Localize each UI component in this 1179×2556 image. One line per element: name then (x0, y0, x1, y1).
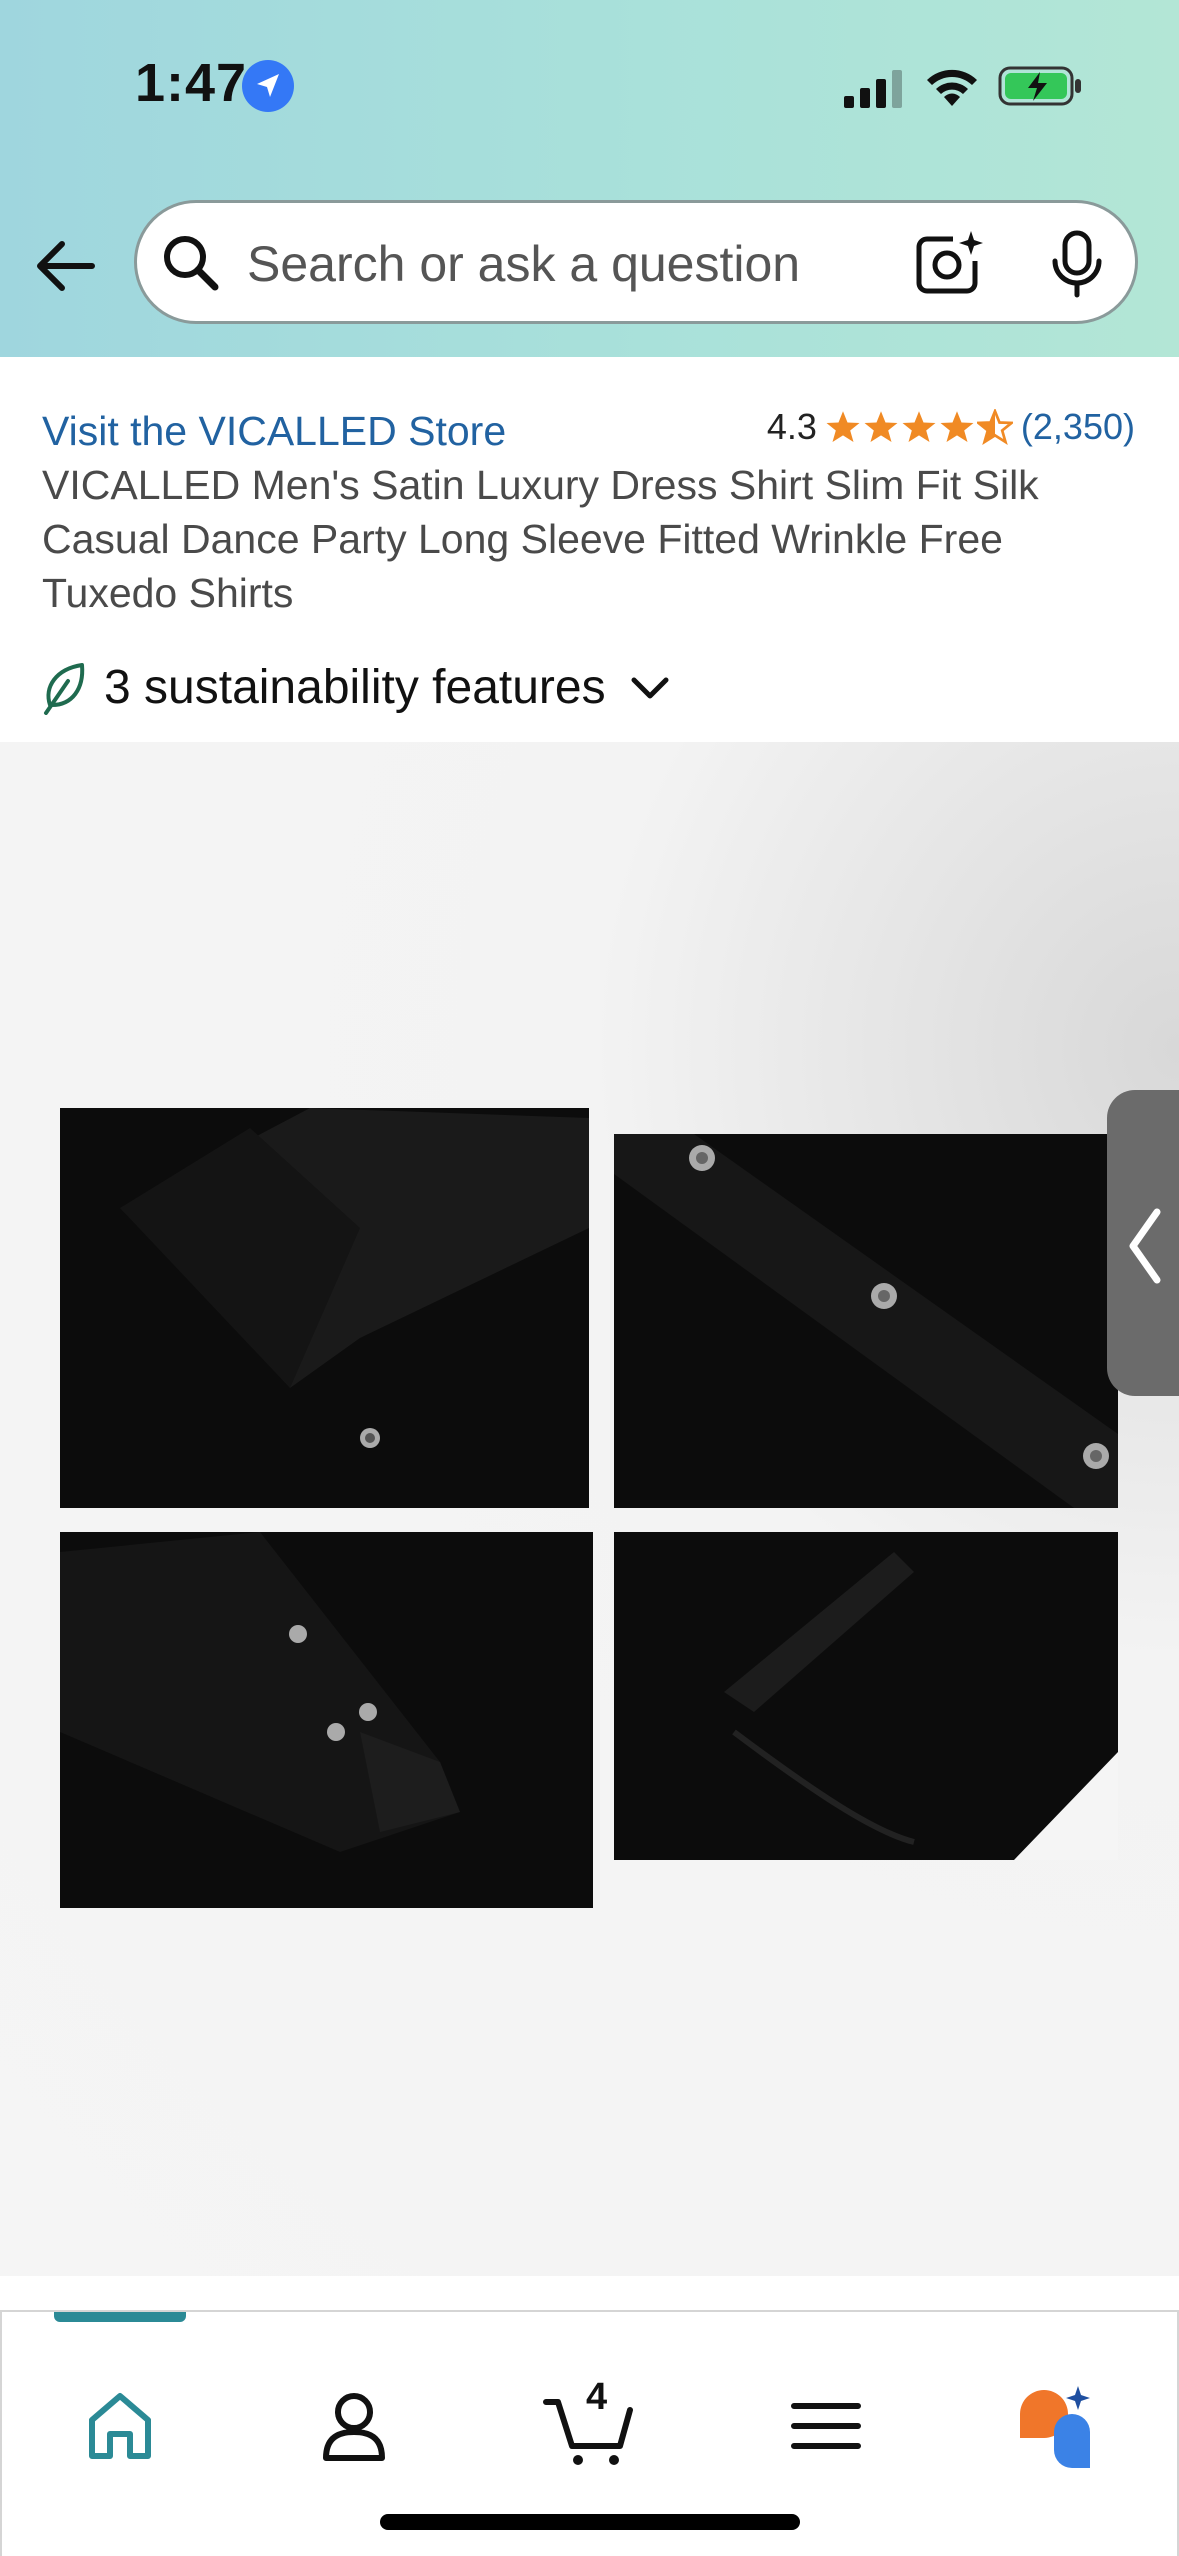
rating-count: (2,350) (1020, 406, 1135, 447)
search-placeholder: Search or ask a question (247, 236, 801, 292)
search-icon (164, 236, 219, 291)
gallery-side-tab[interactable] (1107, 1090, 1179, 1396)
chevron-left-icon (1129, 1208, 1161, 1284)
account-icon[interactable] (312, 2384, 396, 2468)
back-arrow-icon[interactable] (34, 238, 98, 294)
shirt-hem-image (614, 1532, 1118, 1860)
rating-summary[interactable]: 4.3 (2,350) (767, 406, 1135, 448)
mic-icon[interactable] (1049, 229, 1105, 299)
sustainability-label: 3 sustainability features (104, 661, 606, 714)
status-time: 1:47 (135, 53, 248, 113)
cart-button[interactable]: 4 (542, 2376, 642, 2468)
rufus-icon[interactable] (1014, 2384, 1098, 2468)
home-indicator (380, 2514, 800, 2530)
star-full-icon (826, 411, 860, 442)
search-input[interactable]: Search or ask a question (134, 200, 1138, 324)
cart-count-badge: 4 (586, 2376, 608, 2418)
home-icon[interactable] (78, 2384, 162, 2468)
chevron-down-icon (631, 677, 669, 698)
signal-icon (844, 70, 902, 108)
shirt-cuff-image (60, 1532, 593, 1908)
star-full-icon (902, 411, 936, 442)
header: 1:47 Search or ask a question (0, 0, 1179, 357)
nav-active-indicator (54, 2312, 186, 2322)
star-half-icon (976, 409, 1013, 445)
menu-icon[interactable] (784, 2384, 868, 2468)
shirt-buttons-image (614, 1134, 1118, 1508)
star-rating (825, 409, 1013, 445)
location-arrow-icon (242, 60, 294, 112)
rating-value: 4.3 (766, 406, 817, 447)
shirt-collar-image (60, 1108, 589, 1508)
camera-icon[interactable] (913, 229, 985, 295)
wifi-icon (927, 69, 977, 106)
leaf-icon (44, 662, 85, 715)
store-link[interactable]: Visit the VICALLED Store (42, 408, 506, 455)
sustainability-features-toggle[interactable]: 3 sustainability features (42, 660, 670, 715)
product-image-gallery[interactable] (0, 742, 1179, 2276)
star-full-icon (864, 411, 898, 442)
product-title: VICALLED Men's Satin Luxury Dress Shirt … (42, 462, 1039, 616)
star-full-icon (940, 411, 974, 442)
battery-charging-icon (998, 66, 1081, 106)
